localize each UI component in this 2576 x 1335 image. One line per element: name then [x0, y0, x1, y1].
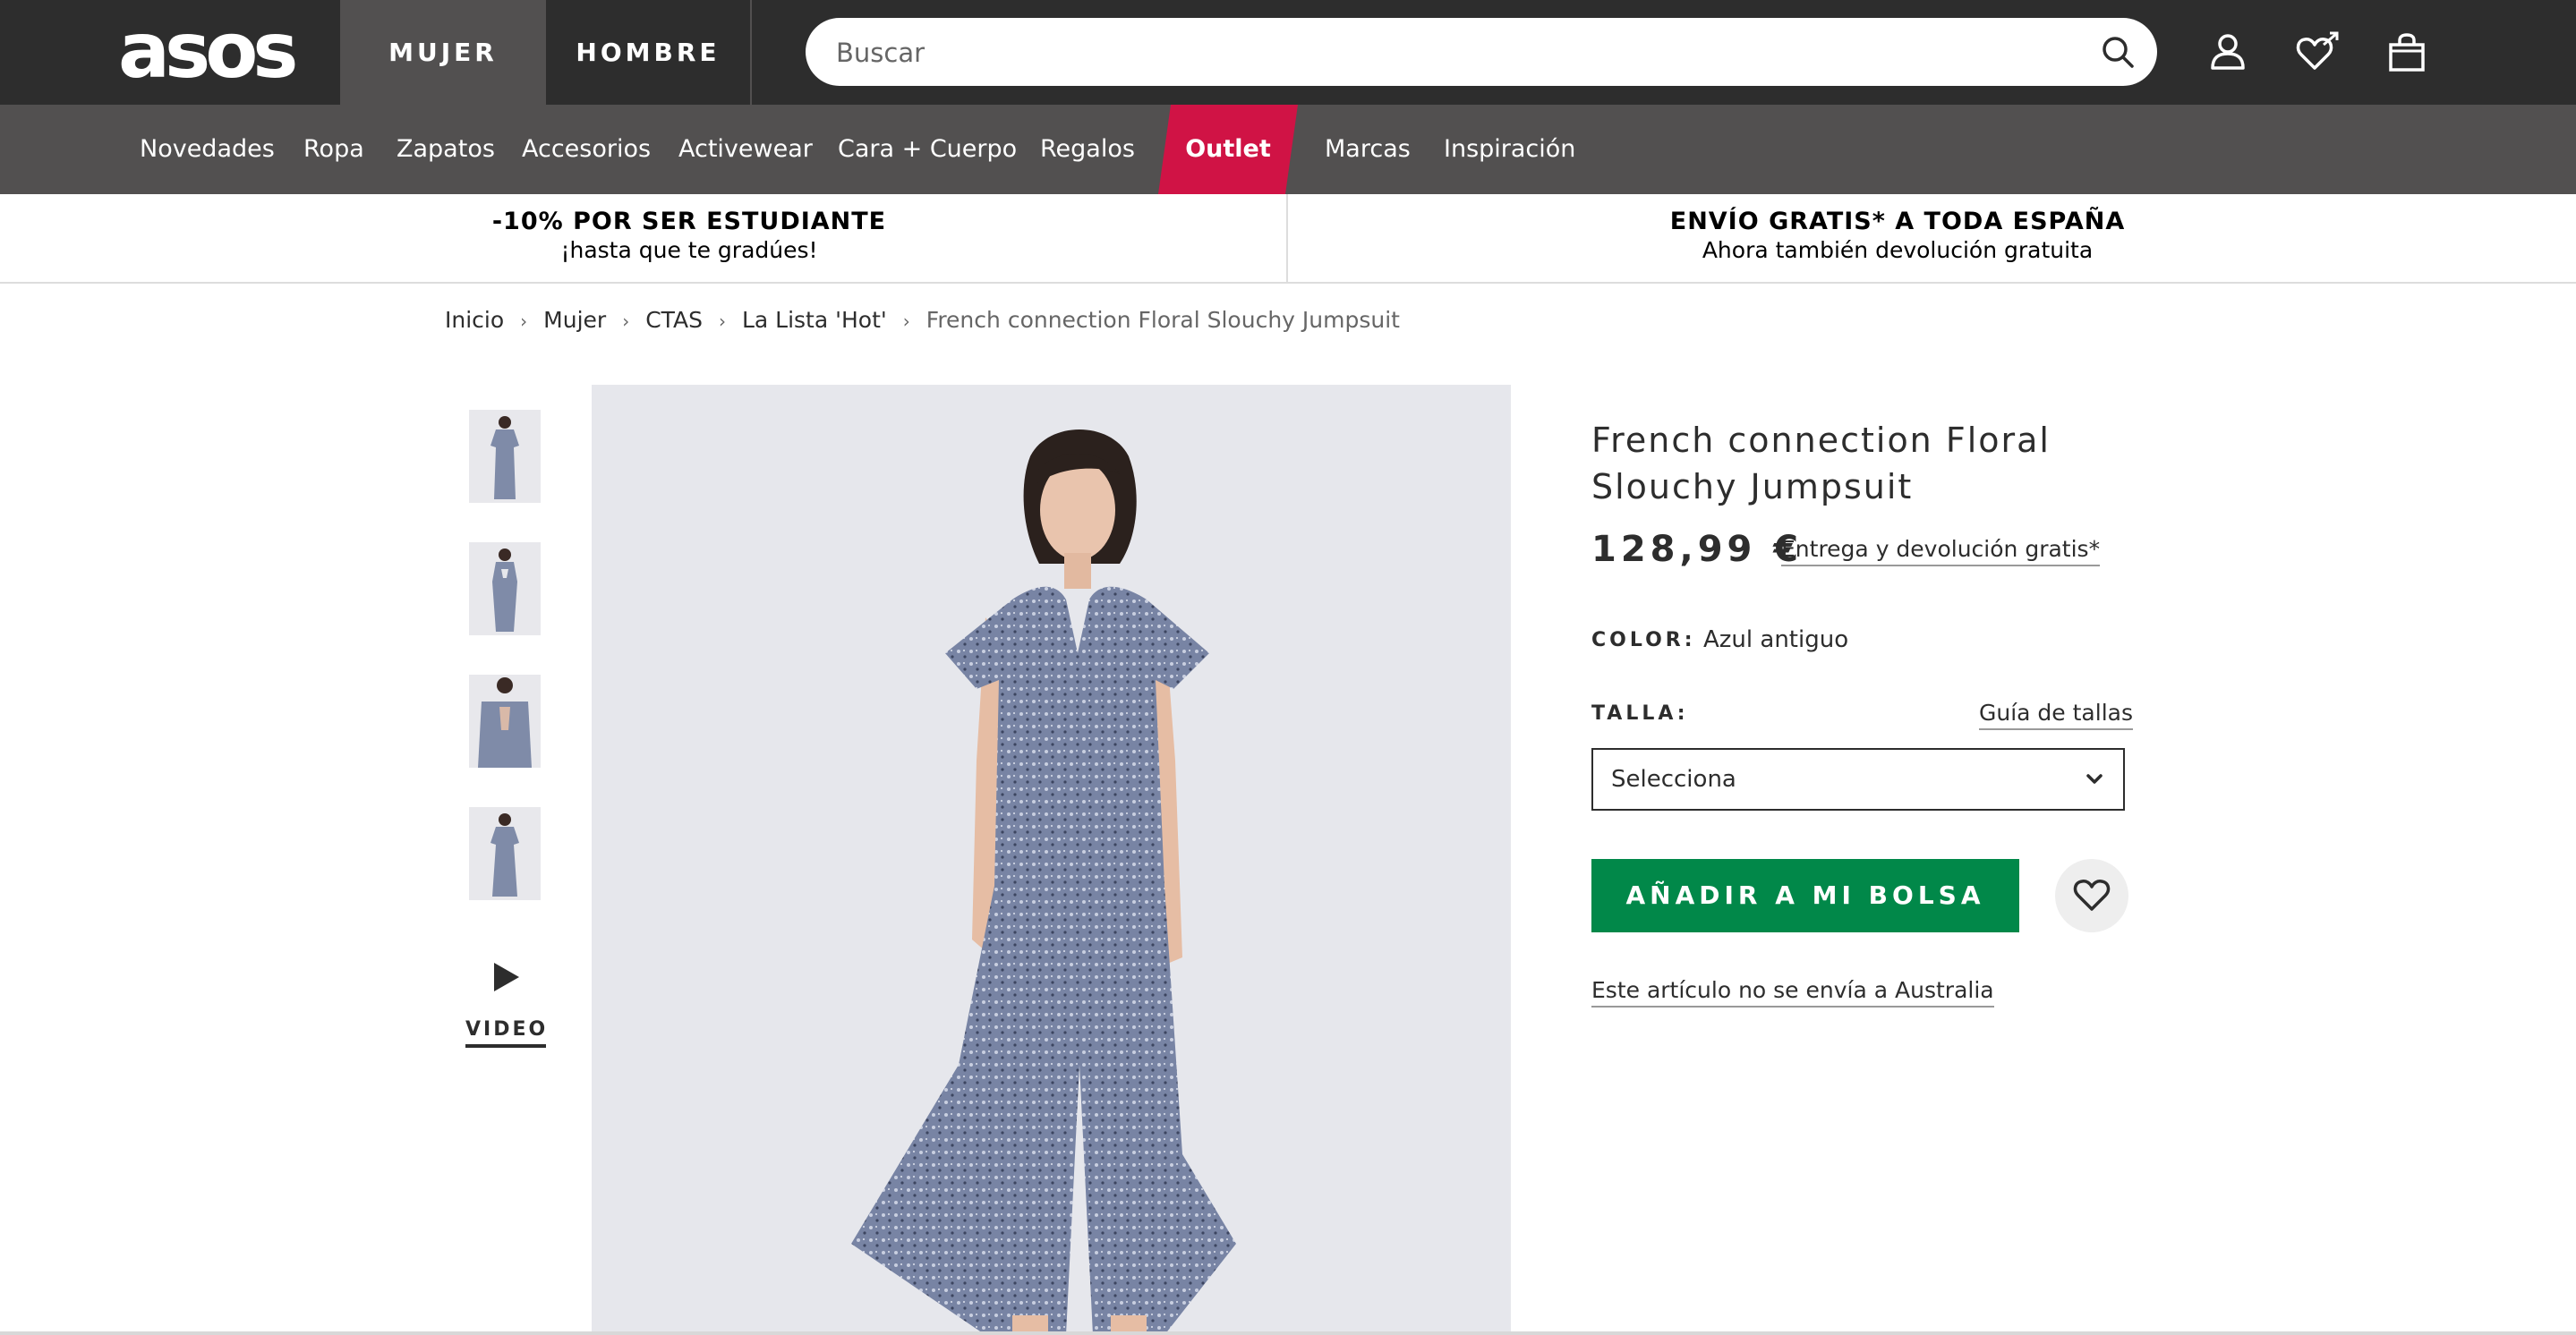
breadcrumb-current: French connection Floral Slouchy Jumpsui… [925, 307, 1400, 333]
size-guide-link[interactable]: Guía de tallas [1979, 698, 2133, 730]
nav-inspiracion[interactable]: Inspiración [1444, 105, 1575, 194]
bottom-divider [0, 1331, 2576, 1335]
product-thumbnail-1[interactable] [469, 410, 541, 503]
promo-title: -10% POR SER ESTUDIANTE [491, 208, 887, 235]
search-bar [806, 18, 2157, 88]
shipping-restriction-link[interactable]: Este artículo no se envía a Australia [1591, 975, 1994, 1008]
nav-novedades[interactable]: Novedades [140, 105, 275, 194]
tab-divider [750, 0, 752, 105]
breadcrumb-separator: › [718, 310, 726, 332]
promo-divider [1286, 194, 1288, 282]
nav-activewear[interactable]: Activewear [678, 105, 813, 194]
free-shipping-promo[interactable]: ENVÍO GRATIS* A TODA ESPAÑA Ahora tambié… [1611, 207, 2184, 264]
tab-mujer[interactable]: MUJER [340, 0, 546, 105]
student-discount-promo[interactable]: -10% POR SER ESTUDIANTE ¡hasta que te gr… [421, 207, 958, 264]
delivery-returns-link[interactable]: Entrega y devolución gratis* [1781, 534, 2101, 566]
breadcrumb-separator: › [520, 310, 528, 332]
save-for-later-button[interactable] [2055, 859, 2128, 932]
promo-bar: -10% POR SER ESTUDIANTE ¡hasta que te gr… [0, 194, 2576, 284]
breadcrumb: Inicio › Mujer › CTAS › La Lista 'Hot' › French … [445, 302, 1400, 338]
nav-regalos[interactable]: Regalos [1040, 105, 1135, 194]
size-select[interactable]: Selecciona [1591, 748, 2125, 811]
product-thumbnail-4[interactable] [469, 807, 541, 900]
color-value: Azul antiguo [1703, 626, 1849, 653]
nav-marcas[interactable]: Marcas [1325, 105, 1411, 194]
saved-items-icon[interactable] [2293, 29, 2341, 77]
size-label: TALLA: [1591, 702, 1689, 725]
product-thumbnail-3[interactable] [469, 675, 541, 768]
nav-outlet[interactable]: Outlet [1158, 105, 1298, 194]
nav-ropa[interactable]: Ropa [303, 105, 364, 194]
product-title: French connection Floral Slouchy Jumpsui… [1591, 421, 2051, 506]
video-link[interactable]: VIDEO [465, 1018, 546, 1048]
model-photo [592, 385, 1511, 1335]
add-to-bag-button[interactable]: AÑADIR A MI BOLSA [1591, 859, 2019, 932]
play-icon[interactable] [490, 959, 523, 995]
bag-icon[interactable] [2383, 29, 2431, 77]
promo-subtitle: Ahora también devolución gratuita [1702, 237, 2094, 263]
product-price: 128,99 € [1591, 529, 1804, 570]
asos-logo[interactable]: asos [118, 11, 320, 91]
nav-zapatos[interactable]: Zapatos [397, 105, 495, 194]
nav-cara-cuerpo[interactable]: Cara + Cuerpo [838, 105, 1017, 194]
promo-title: ENVÍO GRATIS* A TODA ESPAÑA [1669, 208, 2126, 235]
account-icon[interactable] [2204, 29, 2252, 77]
top-bar: asos MUJER HOMBRE [0, 0, 2576, 105]
main-product-image[interactable] [592, 385, 1511, 1335]
breadcrumb-separator: › [622, 310, 630, 332]
promo-subtitle: ¡hasta que te gradúes! [560, 237, 818, 263]
breadcrumb-separator: › [902, 310, 910, 332]
tab-hombre[interactable]: HOMBRE [546, 0, 750, 105]
search-input[interactable] [834, 18, 2091, 88]
size-select-value: Selecciona [1611, 766, 1736, 793]
heart-icon [2073, 880, 2111, 911]
search-icon[interactable] [2100, 34, 2136, 70]
breadcrumb-la-lista-hot[interactable]: La Lista 'Hot' [742, 302, 887, 338]
breadcrumb-ctas[interactable]: CTAS [645, 302, 703, 338]
color-label: COLOR: [1591, 629, 1696, 651]
product-thumbnail-2[interactable] [469, 542, 541, 635]
nav-accesorios[interactable]: Accesorios [522, 105, 651, 194]
breadcrumb-mujer[interactable]: Mujer [543, 302, 606, 338]
breadcrumb-inicio[interactable]: Inicio [445, 302, 504, 338]
category-nav: Novedades Ropa Zapatos Accesorios Active… [0, 105, 2576, 194]
chevron-down-icon [2086, 774, 2103, 784]
